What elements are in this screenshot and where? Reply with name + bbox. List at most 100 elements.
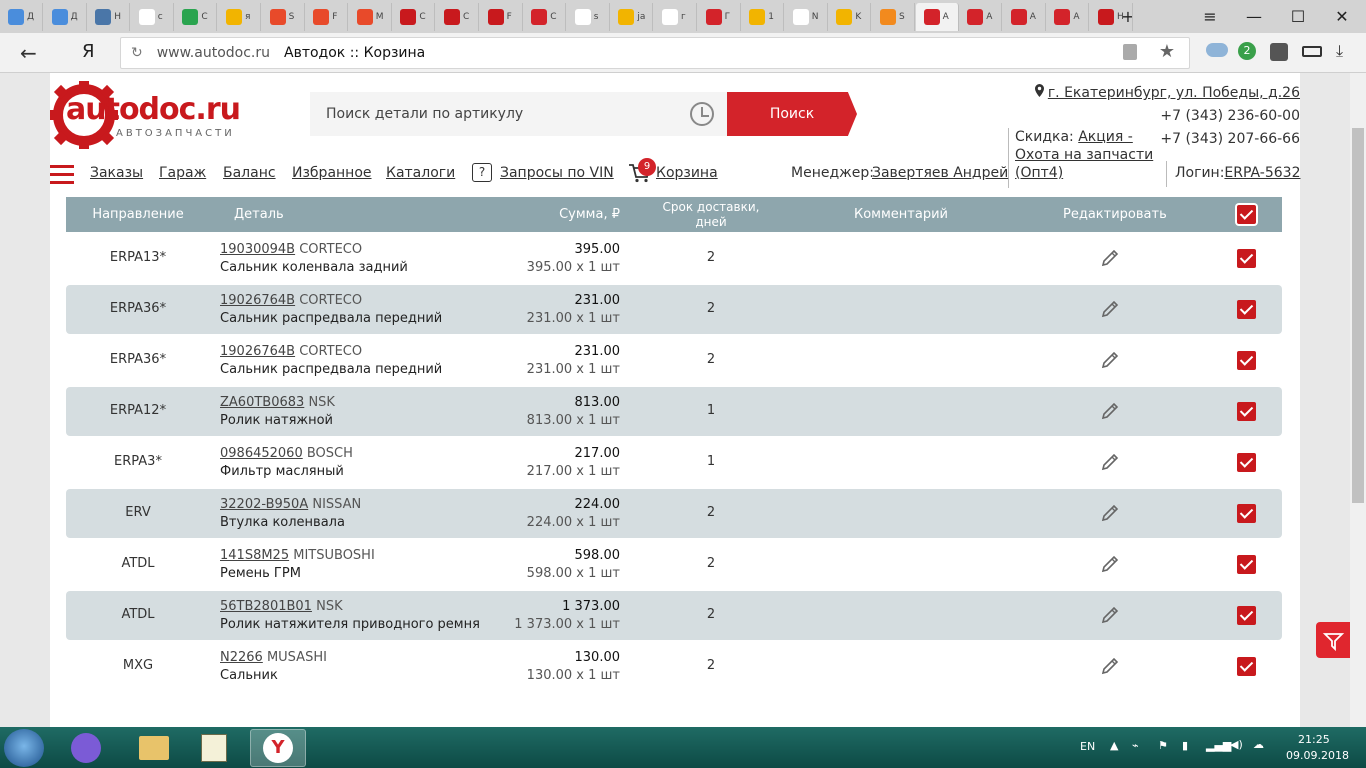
pencil-edit-icon[interactable] (1100, 401, 1120, 421)
extension-icon[interactable] (1270, 43, 1288, 61)
cloud-icon[interactable] (1206, 43, 1228, 57)
pencil-edit-icon[interactable] (1100, 350, 1120, 370)
browser-tab[interactable]: ja (610, 3, 654, 31)
downloads-icon[interactable]: ⤓ (1336, 41, 1343, 61)
clock-time[interactable]: 21:25 (1298, 733, 1330, 746)
browser-tab[interactable]: Г (698, 3, 741, 31)
row-select-checkbox[interactable] (1237, 657, 1256, 676)
login-value-link[interactable]: ERPA-5632 (1224, 165, 1300, 181)
article-link[interactable]: 19026764B (220, 293, 295, 308)
browser-tab[interactable]: с (131, 3, 174, 31)
nav-balance[interactable]: Баланс (223, 165, 276, 181)
nav-vin-requests[interactable]: Запросы по VIN (500, 165, 614, 181)
row-select-checkbox[interactable] (1237, 555, 1256, 574)
article-link[interactable]: 19026764B (220, 344, 295, 359)
article-link[interactable]: 56TB2801B01 (220, 599, 312, 614)
cloud-sync-icon[interactable]: ☁ (1253, 738, 1264, 751)
row-select-checkbox[interactable] (1237, 402, 1256, 421)
row-select-checkbox[interactable] (1237, 504, 1256, 523)
browser-tab[interactable]: Д (0, 3, 43, 31)
browser-tab[interactable]: Д (44, 3, 87, 31)
part-search-input[interactable]: Поиск детали по артикулу (310, 92, 728, 136)
url-field[interactable]: ↻ www.autodoc.ru Автодок :: Корзина ★ (120, 37, 1190, 69)
browser-tab[interactable]: S (262, 3, 305, 31)
nav-orders[interactable]: Заказы (90, 165, 143, 181)
battery-icon[interactable] (1302, 46, 1322, 57)
keyboard-language[interactable]: EN (1080, 740, 1095, 753)
signal-icon[interactable]: ▂▄▆ (1206, 739, 1231, 752)
browser-tab[interactable]: N (785, 3, 828, 31)
minimize-button[interactable]: — (1232, 0, 1276, 33)
browser-tab[interactable]: F (305, 3, 349, 31)
taskbar-app[interactable] (186, 729, 242, 767)
pencil-edit-icon[interactable] (1100, 299, 1120, 319)
browser-tab[interactable]: Н (87, 3, 131, 31)
browser-tab[interactable]: С (436, 3, 479, 31)
row-select-checkbox[interactable] (1237, 351, 1256, 370)
article-link[interactable]: N2266 (220, 650, 263, 665)
office-address-link[interactable]: г. Екатеринбург, ул. Победы, д.26 (1048, 85, 1300, 101)
pencil-edit-icon[interactable] (1100, 503, 1120, 523)
article-link[interactable]: 32202-B950A (220, 497, 308, 512)
nav-garage[interactable]: Гараж (159, 165, 206, 181)
maximize-button[interactable]: ☐ (1276, 0, 1320, 33)
pencil-edit-icon[interactable] (1100, 452, 1120, 472)
select-all-checkbox[interactable] (1237, 205, 1256, 224)
nav-catalogs[interactable]: Каталоги (386, 165, 455, 181)
pencil-edit-icon[interactable] (1100, 605, 1120, 625)
network-icon[interactable]: ⌁ (1132, 739, 1139, 752)
article-link[interactable]: 19030094B (220, 242, 295, 257)
discount-link[interactable]: Акция - (1078, 129, 1133, 145)
close-window-button[interactable]: ✕ (1320, 0, 1364, 33)
browser-tab[interactable]: F (480, 3, 523, 31)
browser-tab[interactable]: A (959, 3, 1003, 31)
lock-icon[interactable] (1123, 44, 1137, 60)
volume-icon[interactable]: ◀) (1230, 738, 1243, 751)
browser-tab[interactable]: С (523, 3, 567, 31)
browser-tab[interactable]: S (872, 3, 915, 31)
reload-icon[interactable]: ↻ (131, 45, 143, 61)
flag-icon[interactable]: ⚑ (1158, 739, 1168, 752)
browser-tab[interactable]: A (1003, 3, 1046, 31)
taskbar-yandex-browser[interactable]: Y (250, 729, 306, 767)
yandex-home-button[interactable]: Я (82, 41, 95, 62)
browser-tab[interactable]: я (218, 3, 261, 31)
vin-question-icon[interactable]: ? (472, 163, 492, 182)
browser-tab[interactable]: K (828, 3, 872, 31)
search-button[interactable]: Поиск (727, 92, 857, 136)
article-link[interactable]: 141S8M25 (220, 548, 289, 563)
taskbar-voice-assistant[interactable] (58, 729, 114, 767)
nav-favorites[interactable]: Избранное (292, 165, 372, 181)
back-button[interactable]: ← (20, 41, 37, 65)
scrollbar-thumb[interactable] (1352, 128, 1364, 503)
browser-tab[interactable]: С (392, 3, 436, 31)
browser-tab[interactable]: г (654, 3, 697, 31)
feedback-button[interactable] (1316, 622, 1350, 658)
browser-tab[interactable]: С (174, 3, 218, 31)
browser-tab[interactable]: H (1090, 3, 1133, 31)
page-scrollbar[interactable] (1350, 73, 1366, 727)
browser-tab[interactable]: A (915, 3, 959, 31)
article-link[interactable]: ZA60TB0683 (220, 395, 304, 410)
pencil-edit-icon[interactable] (1100, 248, 1120, 268)
site-logo[interactable]: autodoc.ru АВТОЗАПЧАСТИ (50, 81, 270, 151)
article-link[interactable]: 0986452060 (220, 446, 303, 461)
browser-menu-button[interactable]: ≡ (1188, 0, 1232, 33)
nav-cart[interactable]: Корзина (656, 165, 718, 181)
browser-tab[interactable]: М (349, 3, 392, 31)
pencil-edit-icon[interactable] (1100, 554, 1120, 574)
bookmark-star-icon[interactable]: ★ (1159, 41, 1175, 62)
history-clock-icon[interactable] (690, 102, 714, 126)
hamburger-menu-icon[interactable] (50, 165, 74, 185)
manager-name-link[interactable]: Завертяев Андрей (872, 165, 1008, 181)
phone-1[interactable]: +7 (343) 236-60-00 (1035, 105, 1300, 128)
battery-tray-icon[interactable]: ▮ (1182, 739, 1188, 752)
pencil-edit-icon[interactable] (1100, 656, 1120, 676)
browser-tab[interactable]: 1 (741, 3, 785, 31)
clock-date[interactable]: 09.09.2018 (1286, 749, 1349, 762)
browser-tab[interactable]: s (567, 3, 610, 31)
row-select-checkbox[interactable] (1237, 453, 1256, 472)
browser-tab[interactable]: A (1046, 3, 1090, 31)
row-select-checkbox[interactable] (1237, 249, 1256, 268)
notification-badge[interactable]: 2 (1238, 42, 1256, 60)
